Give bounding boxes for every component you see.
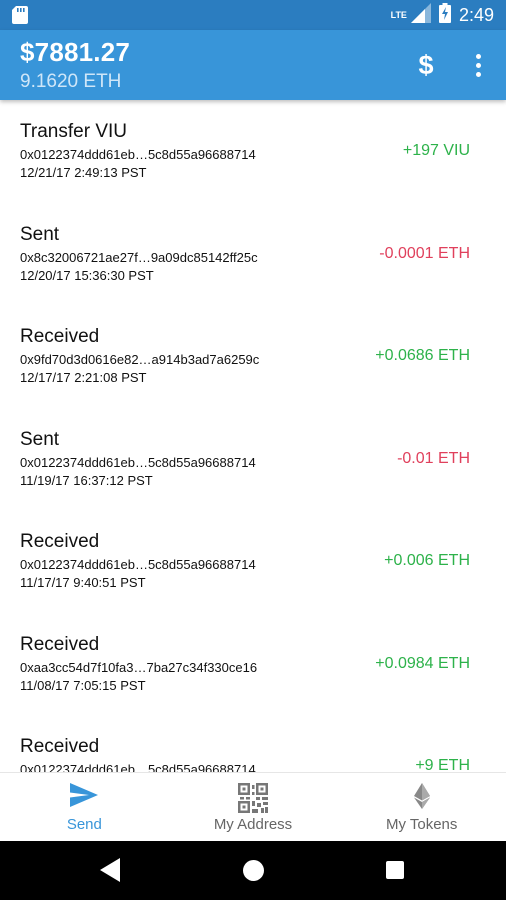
- transaction-row[interactable]: Received 0xaa3cc54d7f10fa3…7ba27c34f330c…: [0, 613, 506, 715]
- balance-usd: $7881.27: [20, 37, 131, 67]
- status-bar: LTE 2:49: [0, 0, 506, 30]
- dollar-icon: $: [418, 50, 434, 80]
- nav-send-label: Send: [66, 816, 102, 833]
- transaction-type: Received: [20, 736, 100, 757]
- transaction-date: 12/17/17 2:21:08 PST: [20, 370, 147, 385]
- transaction-row[interactable]: Received 0x0122374ddd61eb…5c8d55a9668871…: [0, 510, 506, 612]
- transaction-type: Received: [20, 531, 100, 552]
- transaction-type: Transfer VIU: [20, 121, 127, 142]
- ethereum-icon: [413, 783, 430, 814]
- transaction-amount: +0.0984 ETH: [375, 655, 470, 672]
- transaction-row[interactable]: Sent 0x0122374ddd61eb…5c8d55a96688714 11…: [0, 408, 506, 510]
- transaction-hash: 0x0122374ddd61eb…5c8d55a96688714: [20, 557, 256, 572]
- transaction-row[interactable]: Sent 0x8c32006721ae27f…9a09dc85142ff25c …: [0, 203, 506, 305]
- transaction-date: 11/17/17 9:40:51 PST: [20, 575, 146, 590]
- recent-apps-icon[interactable]: [386, 861, 404, 879]
- transaction-date: 11/08/17 7:05:15 PST: [20, 678, 146, 693]
- transaction-hash: 0x8c32006721ae27f…9a09dc85142ff25c: [20, 250, 258, 265]
- transaction-amount: +9 ETH: [415, 757, 470, 772]
- transaction-amount: -0.01 ETH: [397, 450, 470, 467]
- transaction-type: Sent: [20, 429, 60, 450]
- network-type: LTE: [390, 10, 407, 20]
- transaction-amount: +197 VIU: [402, 142, 470, 159]
- balance-eth: 9.1620 ETH: [20, 71, 122, 92]
- transaction-hash: 0xaa3cc54d7f10fa3…7ba27c34f330ce16: [20, 660, 258, 675]
- transaction-date: 12/21/17 2:49:13 PST: [20, 165, 147, 180]
- transaction-type: Received: [20, 326, 100, 347]
- qr-code-icon: [238, 783, 268, 818]
- transaction-date: 12/20/17 15:36:30 PST: [20, 268, 154, 283]
- transaction-row[interactable]: Transfer VIU 0x0122374ddd61eb…5c8d55a966…: [0, 100, 506, 202]
- transaction-amount: +0.0686 ETH: [375, 347, 470, 364]
- transaction-list[interactable]: Transfer VIU 0x0122374ddd61eb…5c8d55a966…: [0, 100, 506, 772]
- app-bar: $7881.27 9.1620 ETH $: [0, 30, 506, 100]
- transaction-amount: -0.0001 ETH: [379, 245, 470, 262]
- nav-my-tokens-label: My Tokens: [385, 816, 458, 833]
- nav-my-address-label: My Address: [213, 816, 293, 833]
- battery-charging-icon: [438, 2, 451, 28]
- bottom-navigation: Send My Address My Tokens: [0, 772, 506, 841]
- nav-send[interactable]: Send: [0, 773, 169, 841]
- sd-card-icon: [12, 6, 28, 24]
- signal-icon: [410, 2, 431, 28]
- home-icon[interactable]: [243, 860, 264, 881]
- send-icon: [70, 783, 99, 812]
- transaction-hash: 0x0122374ddd61eb…5c8d55a96688714: [20, 762, 256, 772]
- nav-my-address[interactable]: My Address: [169, 773, 338, 841]
- nav-my-tokens[interactable]: My Tokens: [337, 773, 506, 841]
- more-options-button[interactable]: [466, 48, 490, 82]
- more-vert-icon: [475, 53, 481, 59]
- transaction-amount: +0.006 ETH: [384, 552, 470, 569]
- system-navigation-bar: [0, 841, 506, 900]
- transaction-hash: 0x9fd70d3d0616e82…a914b3ad7a6259c: [20, 352, 260, 367]
- transaction-row[interactable]: Received 0x9fd70d3d0616e82…a914b3ad7a625…: [0, 305, 506, 407]
- transaction-hash: 0x0122374ddd61eb…5c8d55a96688714: [20, 455, 256, 470]
- transaction-type: Sent: [20, 224, 60, 245]
- transaction-type: Received: [20, 634, 100, 655]
- back-icon[interactable]: [100, 858, 120, 887]
- transaction-date: 11/19/17 16:37:12 PST: [20, 473, 153, 488]
- transaction-row[interactable]: Received 0x0122374ddd61eb…5c8d55a9668871…: [0, 715, 506, 772]
- clock: 2:49: [458, 4, 494, 25]
- transaction-hash: 0x0122374ddd61eb…5c8d55a96688714: [20, 147, 256, 162]
- currency-toggle-button[interactable]: $: [412, 48, 440, 82]
